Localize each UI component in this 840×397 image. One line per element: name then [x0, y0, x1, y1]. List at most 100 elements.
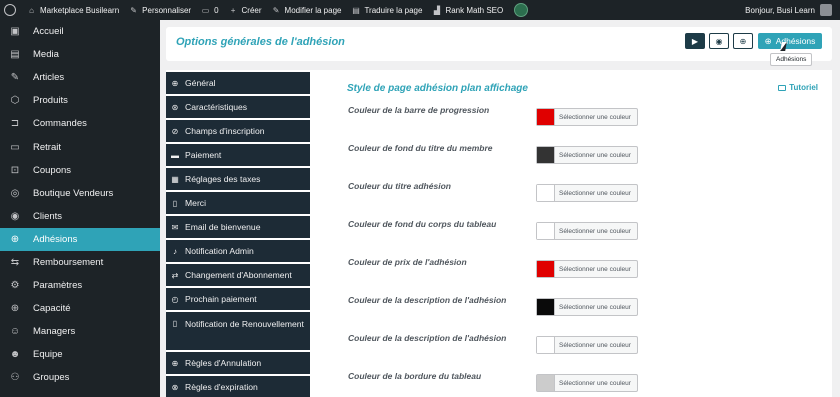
subnav-item[interactable]: ◴ Prochain paiement [166, 288, 310, 310]
color-field-row: Couleur de prix de l'adhésion Sélectionne… [348, 257, 648, 278]
memberships-button[interactable]: ⊕ Adhésions [758, 33, 822, 49]
home-icon: ⌂ [29, 5, 34, 15]
sidebar-item-coupons[interactable]: ⊡ Coupons [0, 159, 160, 182]
color-field-row: Couleur de fond du titre du membre Sélect… [348, 143, 648, 164]
field-label: Couleur de la bordure du tableau [348, 371, 482, 381]
subnav-icon: ▦ [171, 174, 179, 184]
new-content-link[interactable]: + Créer [224, 0, 267, 20]
field-label: Couleur de prix de l'adhésion [348, 257, 467, 267]
subnav-item-label: Paiement [185, 150, 222, 160]
sidebar-item-produits[interactable]: ⬡ Produits [0, 89, 160, 112]
field-label: Couleur de la barre de progression [348, 105, 490, 115]
translate-page-link[interactable]: ▤ Traduire la page [346, 0, 427, 20]
sidebar-item-label: Adhésions [33, 233, 78, 245]
subnav-item[interactable]: ✉ Email de bienvenue [166, 216, 310, 238]
section-title: Style de page adhésion plan affichage [347, 83, 528, 94]
subnav-item[interactable]: ⊘ Champs d'inscription [166, 120, 310, 142]
wordpress-logo-icon[interactable] [4, 4, 16, 16]
sidebar-item-label: Produits [33, 95, 68, 107]
subnav-item[interactable]: ⊗ Règles d'expiration [166, 376, 310, 397]
add-member-button[interactable]: ⊕ [733, 33, 753, 49]
color-picker-label: Sélectionner une couleur [559, 265, 631, 273]
subnav-item[interactable]: ⊛ Caractéristiques [166, 96, 310, 118]
header-panel: Options générales de l'adhésion ▶ ◉ ⊕ ⊕ … [166, 27, 832, 61]
color-picker-button[interactable]: Sélectionner une couleur [536, 184, 638, 202]
color-picker-button[interactable]: Sélectionner une couleur [536, 108, 638, 126]
color-picker-button[interactable]: Sélectionner une couleur [536, 298, 638, 316]
color-picker-label: Sélectionner une couleur [559, 189, 631, 197]
subnav-icon: ⊘ [171, 126, 179, 136]
color-picker-button[interactable]: Sélectionner une couleur [536, 222, 638, 240]
color-picker-label: Sélectionner une couleur [559, 341, 631, 349]
color-swatch [537, 299, 555, 315]
avatar [820, 4, 832, 16]
eye-icon: ◉ [715, 36, 723, 46]
color-swatch [537, 337, 555, 353]
sidebar-item-media[interactable]: ▤ Media [0, 43, 160, 66]
sidebar-item-retrait[interactable]: ▭ Retrait [0, 135, 160, 158]
subnav-item[interactable]: ⊕ Règles d'Annulation [166, 352, 310, 374]
color-picker-label: Sélectionner une couleur [559, 113, 631, 121]
customize-link[interactable]: ✎ Personnaliser [124, 0, 196, 20]
sidebar-item-label: Retrait [33, 141, 61, 153]
sidebar-item-adh-sions[interactable]: ⊕ Adhésions [0, 227, 160, 251]
color-picker-button[interactable]: Sélectionner une couleur [536, 260, 638, 278]
managers-icon: ☺ [9, 326, 21, 338]
color-picker-label: Sélectionner une couleur [559, 379, 631, 387]
sidebar-item-clients[interactable]: ◉ Clients [0, 205, 160, 228]
edit-page-link[interactable]: ✎ Modifier la page [267, 0, 347, 20]
sidebar-item-boutique-vendeurs[interactable]: ◎ Boutique Vendeurs [0, 182, 160, 205]
sidebar-item-label: Clients [33, 210, 63, 222]
tutorial-link[interactable]: Tutoriel [778, 83, 818, 92]
subnav-item-label: Notification de Renouvellement [185, 319, 304, 329]
sidebar-item-label: Remboursement [33, 256, 104, 268]
sidebar-item-label: Capacité [33, 303, 71, 315]
subnav-item-label: Merci [185, 198, 207, 208]
sidebar-item-label: Groupes [33, 372, 70, 384]
site-name-link[interactable]: ⌂ Marketplace Busilearn [22, 0, 124, 20]
sidebar-item-label: Paramètres [33, 280, 83, 292]
sidebar-item-param-tres[interactable]: ⚙ Paramètres [0, 274, 160, 297]
plus-icon: + [230, 5, 236, 15]
subnav-icon: ▯ [172, 198, 178, 208]
sidebar-item-capacit-[interactable]: ⊕ Capacité [0, 297, 160, 320]
color-picker-label: Sélectionner une couleur [559, 303, 631, 311]
subnav-icon: ◴ [171, 294, 179, 304]
subnav-item-label: Réglages des taxes [185, 174, 261, 184]
sidebar-item-equipe[interactable]: ☻ Equipe [0, 343, 160, 366]
memberships-tooltip: Adhésions [770, 53, 813, 66]
dashboard-icon: ▣ [10, 26, 20, 38]
subnav-item[interactable]: ▯ Notification de Renouvellement [166, 312, 310, 350]
color-picker-button[interactable]: Sélectionner une couleur [536, 374, 638, 392]
subnav-item[interactable]: ▬ Paiement [166, 144, 310, 166]
brush-icon: ✎ [130, 5, 137, 15]
sidebar-item-commandes[interactable]: ⊐ Commandes [0, 112, 160, 135]
comments-link[interactable]: ▭ 0 [196, 0, 223, 20]
rank-math-link[interactable]: ▟ Rank Math SEO [427, 0, 508, 20]
sidebar-item-accueil[interactable]: ▣ Accueil [0, 20, 160, 43]
sidebar-item-groupes[interactable]: ⚇ Groupes [0, 366, 160, 389]
user-plus-icon: ⊕ [10, 233, 20, 245]
color-field-row: Couleur de la description de l'adhésion S… [348, 295, 648, 316]
sidebar-item-remboursement[interactable]: ⇆ Remboursement [0, 251, 160, 274]
color-swatch [537, 375, 555, 391]
sidebar-item-articles[interactable]: ✎ Articles [0, 66, 160, 89]
sidebar-item-managers[interactable]: ☺ Managers [0, 320, 160, 343]
preview-button[interactable]: ◉ [709, 33, 729, 49]
sidebar-item-label: Commandes [33, 118, 87, 130]
sidebar-item-label: Boutique Vendeurs [33, 187, 114, 199]
refund-icon: ⇆ [10, 256, 20, 268]
seo-score-icon[interactable] [514, 3, 529, 17]
video-button[interactable]: ▶ [685, 33, 705, 49]
color-picker-button[interactable]: Sélectionner une couleur [536, 146, 638, 164]
subnav-item-label: Règles d'expiration [185, 382, 258, 392]
subnav-item-label: Caractéristiques [185, 102, 248, 112]
subnav-item[interactable]: ▦ Réglages des taxes [166, 168, 310, 190]
user-account-menu[interactable]: Bonjour, Busi Learn [745, 0, 832, 20]
subnav-item[interactable]: ▯ Merci [166, 192, 310, 214]
subnav-icon: ⊛ [171, 102, 179, 112]
subnav-item[interactable]: ⇄ Changement d'Abonnement [166, 264, 310, 286]
color-picker-button[interactable]: Sélectionner une couleur [536, 336, 638, 354]
subnav-item[interactable]: ♪ Notification Admin [166, 240, 310, 262]
subnav-item[interactable]: ⊕ Général [166, 72, 310, 94]
